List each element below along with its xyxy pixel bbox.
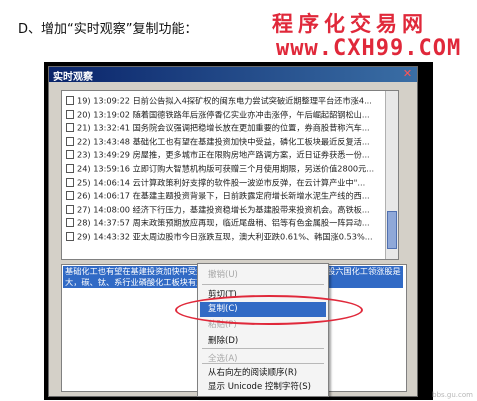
document-icon <box>66 177 74 187</box>
list-item-text: 19) 13:09:22 日前公告拟入4探矿权的闽东电力尝试突破近期整理平台还市… <box>77 95 372 106</box>
document-icon <box>66 218 74 228</box>
list-item[interactable]: 26) 14:06:17 在基建主题投资背景下，日前跌露定府增长新增水泥生产线的… <box>62 189 386 201</box>
list-item-text: 26) 14:06:17 在基建主题投资背景下，日前跌露定府增长新增水泥生产线的… <box>77 190 370 201</box>
footer-watermark: bbs.gu.com <box>432 391 473 399</box>
document-icon <box>66 96 74 105</box>
list-item[interactable]: 19) 13:09:22 日前公告拟入4探矿权的闽东电力尝试突破近期整理平台还市… <box>62 94 386 106</box>
window-title: 实时观察 <box>53 72 93 83</box>
list-item-text: 27) 14:08:00 经济下行压力，基建投资稳增长为基建股带来投资机会。高铁… <box>77 204 370 215</box>
watermark-url: www.CXH99.COM <box>276 36 462 61</box>
list-item-text: 21) 13:32:41 国务院会议强调把稳增长放在更加重要的位置，券商股昔称汽… <box>77 122 370 133</box>
menu-item[interactable]: 撤销(U) <box>200 268 326 283</box>
list-item-text: 29) 14:43:32 亚太周边股市今日涨跌互现，澳大利亚跌0.61%、韩国涨… <box>77 231 373 242</box>
list-item[interactable]: 23) 13:49:29 房屋推，更多城市正在限购房地产路调方案，近日证券获悉一… <box>62 148 386 160</box>
list-item-text: 28) 14:37:57 周末政策预期放应再现，临近尾盘稍、铝等有色金属股一阵异… <box>77 217 370 228</box>
menu-item[interactable]: 删除(D) <box>200 334 326 349</box>
menu-item[interactable]: 显示 Unicode 控制字符(S) <box>200 380 326 395</box>
document-icon <box>66 232 74 241</box>
list-scrollbar-thumb[interactable] <box>387 211 397 249</box>
news-list[interactable]: 19) 13:09:22 日前公告拟入4探矿权的闽东电力尝试突破近期整理平台还市… <box>61 90 399 260</box>
menu-item[interactable]: 全选(A) <box>200 352 326 367</box>
document-icon <box>66 109 74 119</box>
document-icon <box>66 123 74 133</box>
document-icon <box>66 191 74 201</box>
list-item[interactable]: 22) 13:43:48 基础化工也有望在基建投资加快中受益，磷化工板块最近反复… <box>62 135 386 147</box>
document-icon <box>66 164 74 173</box>
menu-separator <box>202 363 324 364</box>
list-item[interactable]: 24) 13:59:16 立即订购大智慧机构版可获赠三个月使用期限，另送价值28… <box>62 162 386 174</box>
list-item-text: 25) 14:06:14 云计算政策利好支撑的软件股一波逆市反弹，在云计算产业中… <box>77 177 366 188</box>
list-item-text: 23) 13:49:29 房屋推，更多城市正在限购房地产路调方案，近日证券获悉一… <box>77 149 370 160</box>
list-scrollbar[interactable] <box>385 91 398 259</box>
list-item[interactable]: 29) 14:43:32 亚太周边股市今日涨跌互现，澳大利亚跌0.61%、韩国涨… <box>62 230 386 242</box>
document-icon <box>66 150 74 160</box>
menu-item[interactable]: 从右向左的阅读顺序(R) <box>200 366 326 381</box>
list-item[interactable]: 25) 14:06:14 云计算政策利好支撑的软件股一波逆市反弹，在云计算产业中… <box>62 176 386 188</box>
close-icon[interactable]: ✕ <box>401 68 414 80</box>
menu-separator <box>202 348 324 349</box>
document-icon <box>66 136 74 146</box>
list-item[interactable]: 20) 13:19:02 随着国德铁路年后涨停香亿实业亦冲击涨停，午后崛起韶钢松… <box>62 108 386 120</box>
list-item-text: 24) 13:59:16 立即订购大智慧机构版可获赠三个月使用期限，另送价值28… <box>77 163 375 174</box>
list-item[interactable]: 27) 14:08:00 经济下行压力，基建投资稳增长为基建股带来投资机会。高铁… <box>62 203 386 215</box>
watermark-cn: 程序化交易网 <box>272 12 428 36</box>
list-item-text: 20) 13:19:02 随着国德铁路年后涨停香亿实业亦冲击涨停，午后崛起韶钢松… <box>77 109 370 120</box>
annotation-circle <box>175 295 363 325</box>
window-titlebar[interactable]: 实时观察 ✕ <box>49 67 417 83</box>
list-item[interactable]: 21) 13:32:41 国务院会议强调把稳增长放在更加重要的位置，券商股昔称汽… <box>62 121 386 133</box>
list-item-text: 22) 13:43:48 基础化工也有望在基建投资加快中受益，磷化工板块最近反复… <box>77 136 370 147</box>
context-menu: 撤销(U) 剪切(T) 复制(C) 粘贴(P) 删除(D) 全选(A) 从右向左的阅读顺序(… <box>197 263 329 397</box>
list-item[interactable]: 28) 14:37:57 周末政策预期放应再现，临近尾盘稍、铝等有色金属股一阵异… <box>62 216 386 228</box>
document-icon <box>66 204 74 214</box>
menu-separator <box>202 284 324 285</box>
doc-heading: D、增加“实时观察”复制功能： <box>18 22 198 37</box>
